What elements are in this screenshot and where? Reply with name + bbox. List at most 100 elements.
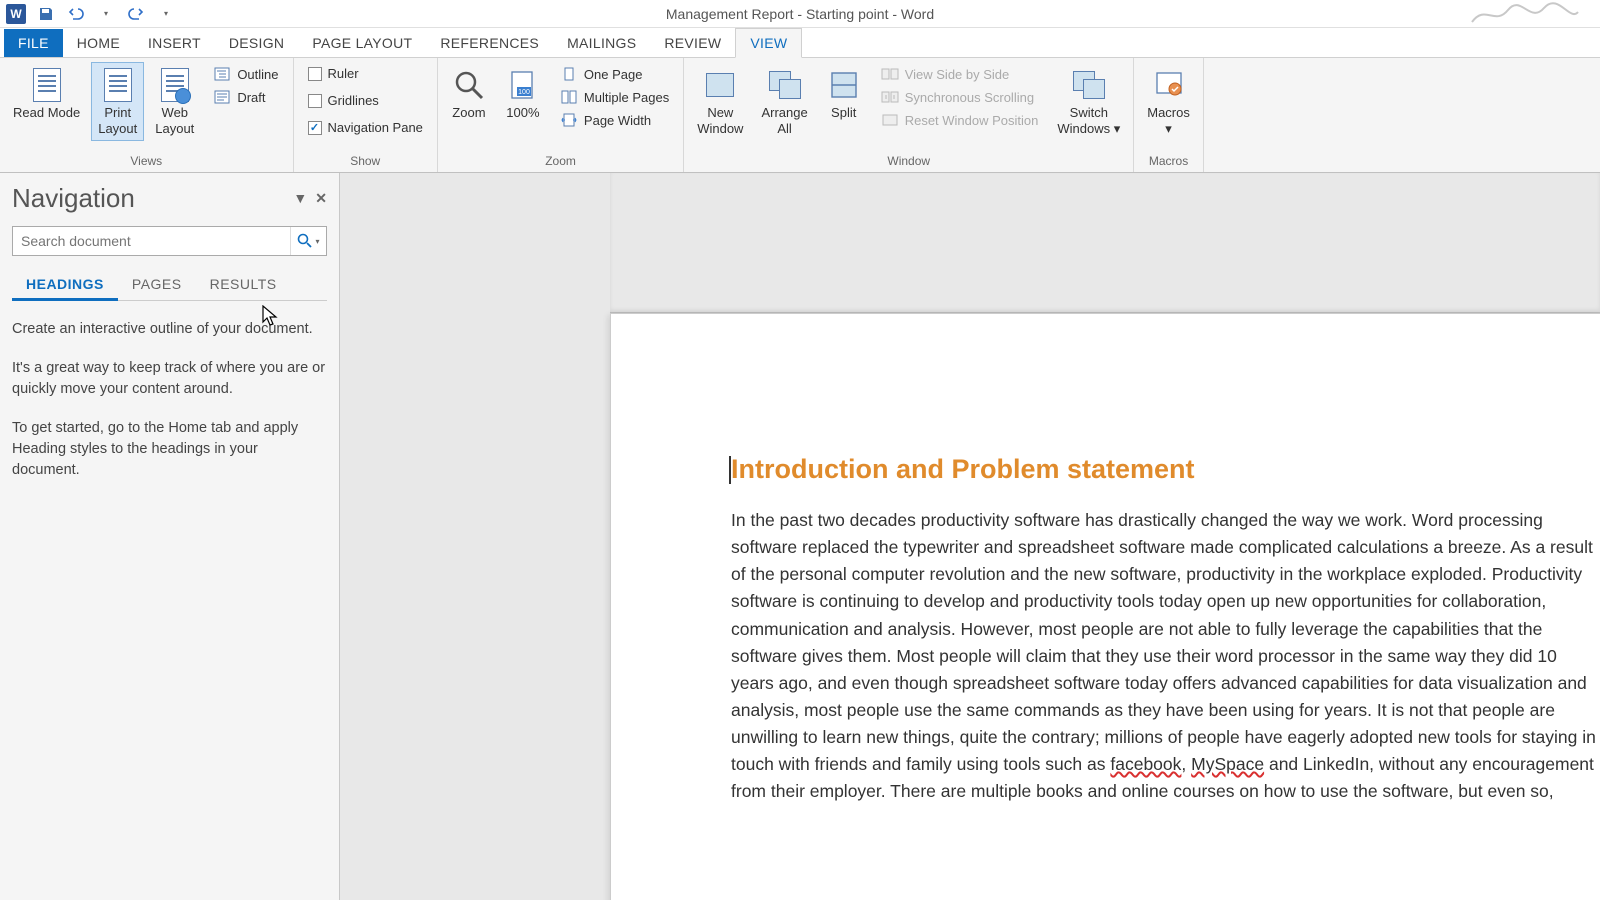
undo-dropdown-icon[interactable]: ▾ [96, 4, 116, 24]
group-label-show: Show [300, 152, 431, 170]
magnifier-icon [452, 67, 486, 103]
draft-button[interactable]: Draft [209, 87, 282, 107]
outline-icon [213, 66, 231, 82]
zoom-100-button[interactable]: 100 100% [498, 62, 548, 126]
search-icon [297, 233, 313, 249]
search-button[interactable]: ▾ [290, 227, 326, 255]
tab-view[interactable]: VIEW [735, 28, 802, 58]
group-views: Read Mode Print Layout Web Layout Outlin… [0, 58, 294, 172]
arrange-all-button[interactable]: Arrange All [754, 62, 814, 141]
svg-text:100: 100 [518, 89, 530, 96]
redo-icon[interactable] [126, 4, 146, 24]
spellcheck-squiggle[interactable]: MySpace [1191, 754, 1264, 774]
tab-review[interactable]: REVIEW [650, 29, 735, 57]
tab-insert[interactable]: INSERT [134, 29, 215, 57]
macros-button[interactable]: Macros▾ [1140, 62, 1197, 141]
nav-pane-close-icon[interactable]: ✕ [315, 190, 327, 207]
group-window: New Window Arrange All Split View Side b… [684, 58, 1134, 172]
new-window-icon [706, 73, 734, 97]
spellcheck-squiggle[interactable]: facebook [1110, 754, 1181, 774]
document-body[interactable]: In the past two decades productivity sof… [731, 507, 1600, 805]
zoom-button[interactable]: Zoom [444, 62, 494, 126]
checkbox-icon [308, 94, 322, 108]
zoom-100-icon: 100 [506, 67, 540, 103]
outline-button[interactable]: Outline [209, 64, 282, 84]
window-title: Management Report - Starting point - Wor… [666, 6, 934, 22]
tab-references[interactable]: REFERENCES [426, 29, 553, 57]
switch-windows-button[interactable]: Switch Windows ▾ [1050, 62, 1127, 141]
nav-pane-dropdown-icon[interactable]: ▼ [293, 190, 307, 207]
group-show: Ruler Gridlines Navigation Pane Show [294, 58, 438, 172]
nav-tab-headings[interactable]: HEADINGS [12, 270, 118, 301]
group-label-macros: Macros [1140, 152, 1197, 170]
group-label-zoom: Zoom [444, 152, 677, 170]
ribbon-tabs: FILE HOME INSERT DESIGN PAGE LAYOUT REFE… [0, 28, 1600, 58]
page-width-icon [560, 112, 578, 128]
nav-tabs: HEADINGS PAGES RESULTS [12, 270, 327, 301]
word-app-icon[interactable]: W [6, 4, 26, 24]
new-window-button[interactable]: New Window [690, 62, 750, 141]
nav-hint-2: It's a great way to keep track of where … [12, 358, 327, 400]
synchronous-scrolling-button[interactable]: Synchronous Scrolling [877, 87, 1043, 107]
print-layout-icon [104, 68, 132, 102]
undo-icon[interactable] [66, 4, 86, 24]
nav-hint-3: To get started, go to the Home tab and a… [12, 418, 327, 481]
search-dropdown-icon: ▾ [315, 237, 319, 246]
checkbox-icon [308, 67, 322, 81]
text-cursor-icon [729, 456, 731, 484]
tab-home[interactable]: HOME [63, 29, 134, 57]
arrange-all-icon [769, 71, 801, 99]
read-mode-button[interactable]: Read Mode [6, 62, 87, 126]
ribbon: Read Mode Print Layout Web Layout Outlin… [0, 58, 1600, 173]
tab-mailings[interactable]: MAILINGS [553, 29, 650, 57]
web-layout-button[interactable]: Web Layout [148, 62, 201, 141]
nav-pane-title: Navigation [12, 183, 135, 214]
macros-icon [1153, 67, 1185, 103]
tab-page-layout[interactable]: PAGE LAYOUT [298, 29, 426, 57]
split-button[interactable]: Split [819, 62, 869, 126]
nav-search-box[interactable]: ▾ [12, 226, 327, 256]
group-zoom: Zoom 100 100% One Page Multiple Pages Pa… [438, 58, 684, 172]
tab-design[interactable]: DESIGN [215, 29, 298, 57]
sync-scroll-icon [881, 89, 899, 105]
one-page-button[interactable]: One Page [556, 64, 673, 84]
document-area[interactable]: Introduction and Problem statement In th… [340, 173, 1600, 900]
document-heading[interactable]: Introduction and Problem statement [731, 454, 1600, 485]
group-macros: Macros▾ Macros [1134, 58, 1204, 172]
multiple-pages-button[interactable]: Multiple Pages [556, 87, 673, 107]
content-area: Navigation ▼ ✕ ▾ HEADINGS PAGES RESULTS … [0, 173, 1600, 900]
nav-tab-pages[interactable]: PAGES [118, 270, 196, 300]
navigation-pane: Navigation ▼ ✕ ▾ HEADINGS PAGES RESULTS … [0, 173, 340, 900]
print-layout-button[interactable]: Print Layout [91, 62, 144, 141]
group-label-window: Window [690, 152, 1127, 170]
reset-window-position-button[interactable]: Reset Window Position [877, 110, 1043, 130]
save-icon[interactable] [36, 4, 56, 24]
side-by-side-icon [881, 66, 899, 82]
nav-tab-results[interactable]: RESULTS [196, 270, 291, 300]
one-page-icon [560, 66, 578, 82]
tab-file[interactable]: FILE [4, 29, 63, 57]
document-page[interactable]: Introduction and Problem statement In th… [610, 313, 1600, 900]
navigation-pane-checkbox[interactable]: Navigation Pane [304, 118, 427, 137]
read-mode-icon [33, 68, 61, 102]
search-input[interactable] [13, 227, 290, 255]
draft-icon [213, 89, 231, 105]
page-width-button[interactable]: Page Width [556, 110, 673, 130]
web-layout-icon [161, 68, 189, 102]
multiple-pages-icon [560, 89, 578, 105]
reset-position-icon [881, 112, 899, 128]
page-gap [610, 173, 1600, 313]
nav-body: Create an interactive outline of your do… [12, 319, 327, 499]
switch-windows-icon [1073, 71, 1105, 99]
title-bar: W ▾ ▾ Management Report - Starting point… [0, 0, 1600, 28]
split-icon [830, 67, 858, 103]
checkbox-checked-icon [308, 121, 322, 135]
view-side-by-side-button[interactable]: View Side by Side [877, 64, 1043, 84]
group-label-views: Views [6, 152, 287, 170]
nav-hint-1: Create an interactive outline of your do… [12, 319, 327, 340]
gridlines-checkbox[interactable]: Gridlines [304, 91, 427, 110]
qat-customize-icon[interactable]: ▾ [156, 4, 176, 24]
signature-scribble-icon [1470, 2, 1580, 28]
quick-access-toolbar: W ▾ ▾ [0, 4, 176, 24]
ruler-checkbox[interactable]: Ruler [304, 64, 427, 83]
